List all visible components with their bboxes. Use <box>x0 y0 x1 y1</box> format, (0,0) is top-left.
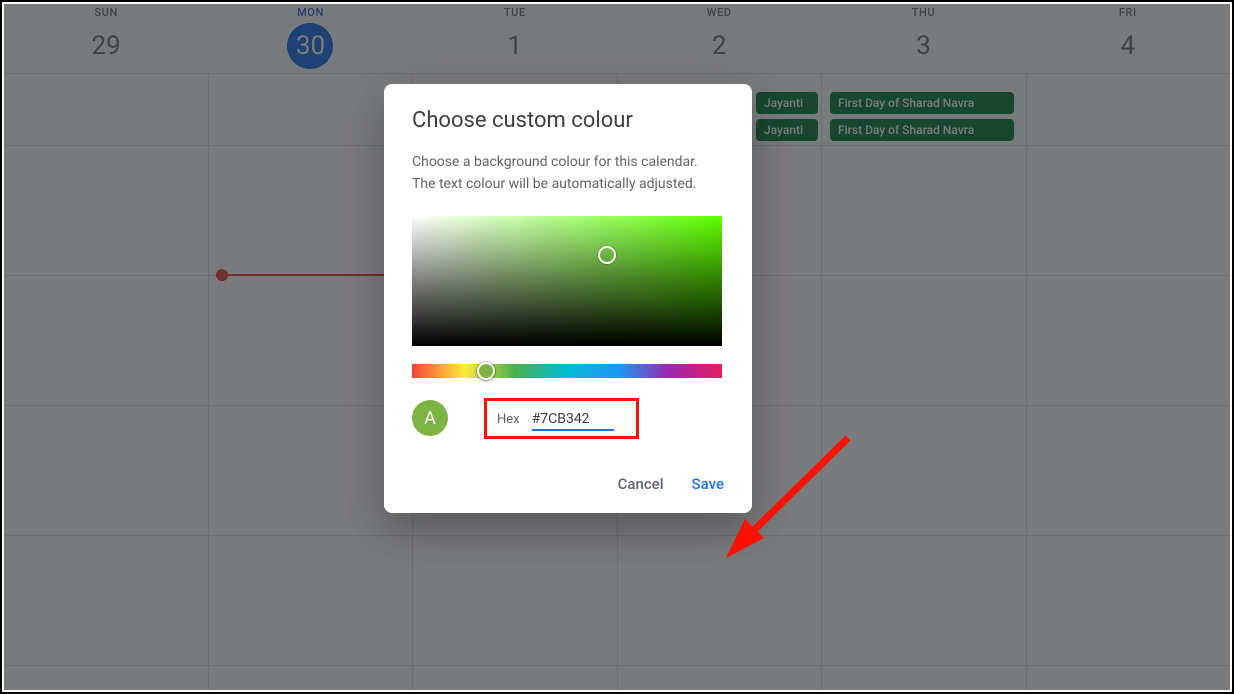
cancel-button[interactable]: Cancel <box>618 475 664 493</box>
hex-row: A Hex <box>412 398 724 439</box>
hex-label: Hex <box>497 412 520 427</box>
dialog-description: Choose a background colour for this cale… <box>412 151 724 196</box>
hue-slider[interactable] <box>412 364 722 378</box>
hex-field-highlight: Hex <box>484 398 639 439</box>
hue-slider-thumb[interactable] <box>477 362 495 380</box>
save-button[interactable]: Save <box>692 475 724 493</box>
hex-input[interactable] <box>532 409 614 431</box>
colour-preview-swatch: A <box>412 400 448 436</box>
choose-custom-colour-dialog: Choose custom colour Choose a background… <box>384 84 752 513</box>
preview-letter: A <box>424 408 436 429</box>
saturation-value-picker[interactable] <box>412 216 722 346</box>
saturation-value-thumb[interactable] <box>598 246 616 264</box>
dialog-title: Choose custom colour <box>412 108 724 133</box>
dialog-actions: Cancel Save <box>412 475 724 493</box>
